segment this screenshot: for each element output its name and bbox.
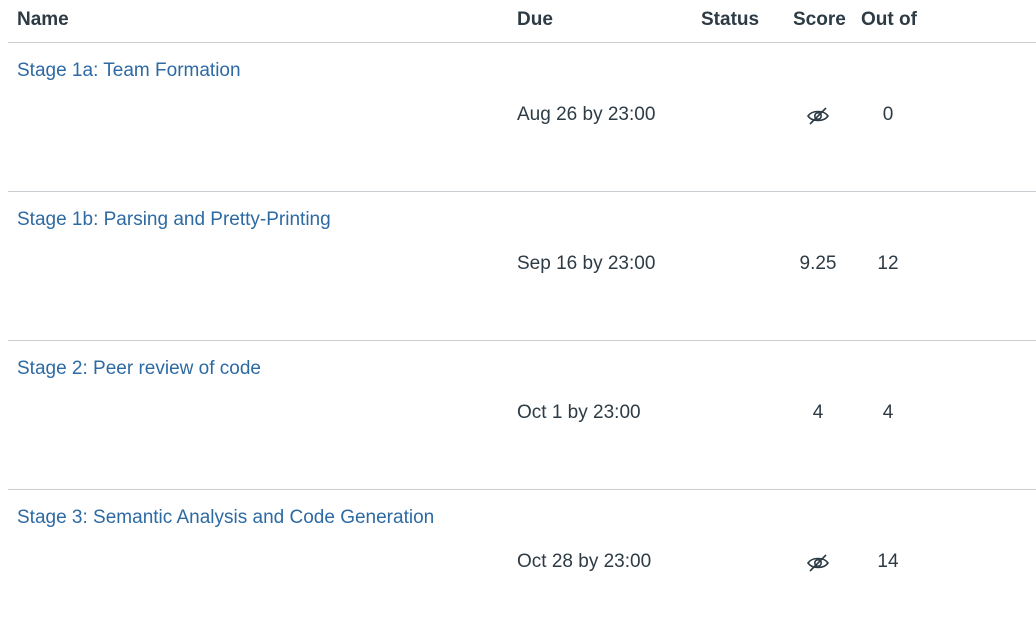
score-value: 4 <box>812 402 824 423</box>
due-date: Oct 28 by 23:00 <box>517 551 652 572</box>
column-header-score[interactable]: Score <box>793 9 846 31</box>
points-possible: 0 <box>882 104 894 125</box>
column-header-due[interactable]: Due <box>517 9 553 31</box>
grades-table: Name Due Status Score Out of Stage 1a: T… <box>0 0 1036 634</box>
table-row: Stage 1b: Parsing and Pretty-Printing Se… <box>8 192 1036 341</box>
score-value: 9.25 <box>799 253 837 274</box>
points-possible: 4 <box>882 402 894 423</box>
column-header-name[interactable]: Name <box>17 9 69 31</box>
assignment-link[interactable]: Stage 3: Semantic Analysis and Code Gene… <box>17 507 434 529</box>
hidden-eye-icon <box>806 106 830 126</box>
assignment-link[interactable]: Stage 2: Peer review of code <box>17 358 261 380</box>
due-date: Sep 16 by 23:00 <box>517 253 656 274</box>
column-header-status[interactable]: Status <box>701 9 759 31</box>
points-possible: 12 <box>877 253 899 274</box>
points-possible: 14 <box>877 551 899 572</box>
table-row: Stage 3: Semantic Analysis and Code Gene… <box>8 490 1036 638</box>
due-date: Oct 1 by 23:00 <box>517 402 641 423</box>
assignment-link[interactable]: Stage 1b: Parsing and Pretty-Printing <box>17 209 331 231</box>
table-row: Stage 2: Peer review of code Oct 1 by 23… <box>8 341 1036 490</box>
due-date: Aug 26 by 23:00 <box>517 104 656 125</box>
hidden-eye-icon <box>806 553 830 573</box>
column-header-out-of[interactable]: Out of <box>861 9 917 31</box>
table-row: Stage 1a: Team Formation Aug 26 by 23:00… <box>8 43 1036 192</box>
table-header: Name Due Status Score Out of <box>8 0 1036 43</box>
assignment-link[interactable]: Stage 1a: Team Formation <box>17 60 241 82</box>
